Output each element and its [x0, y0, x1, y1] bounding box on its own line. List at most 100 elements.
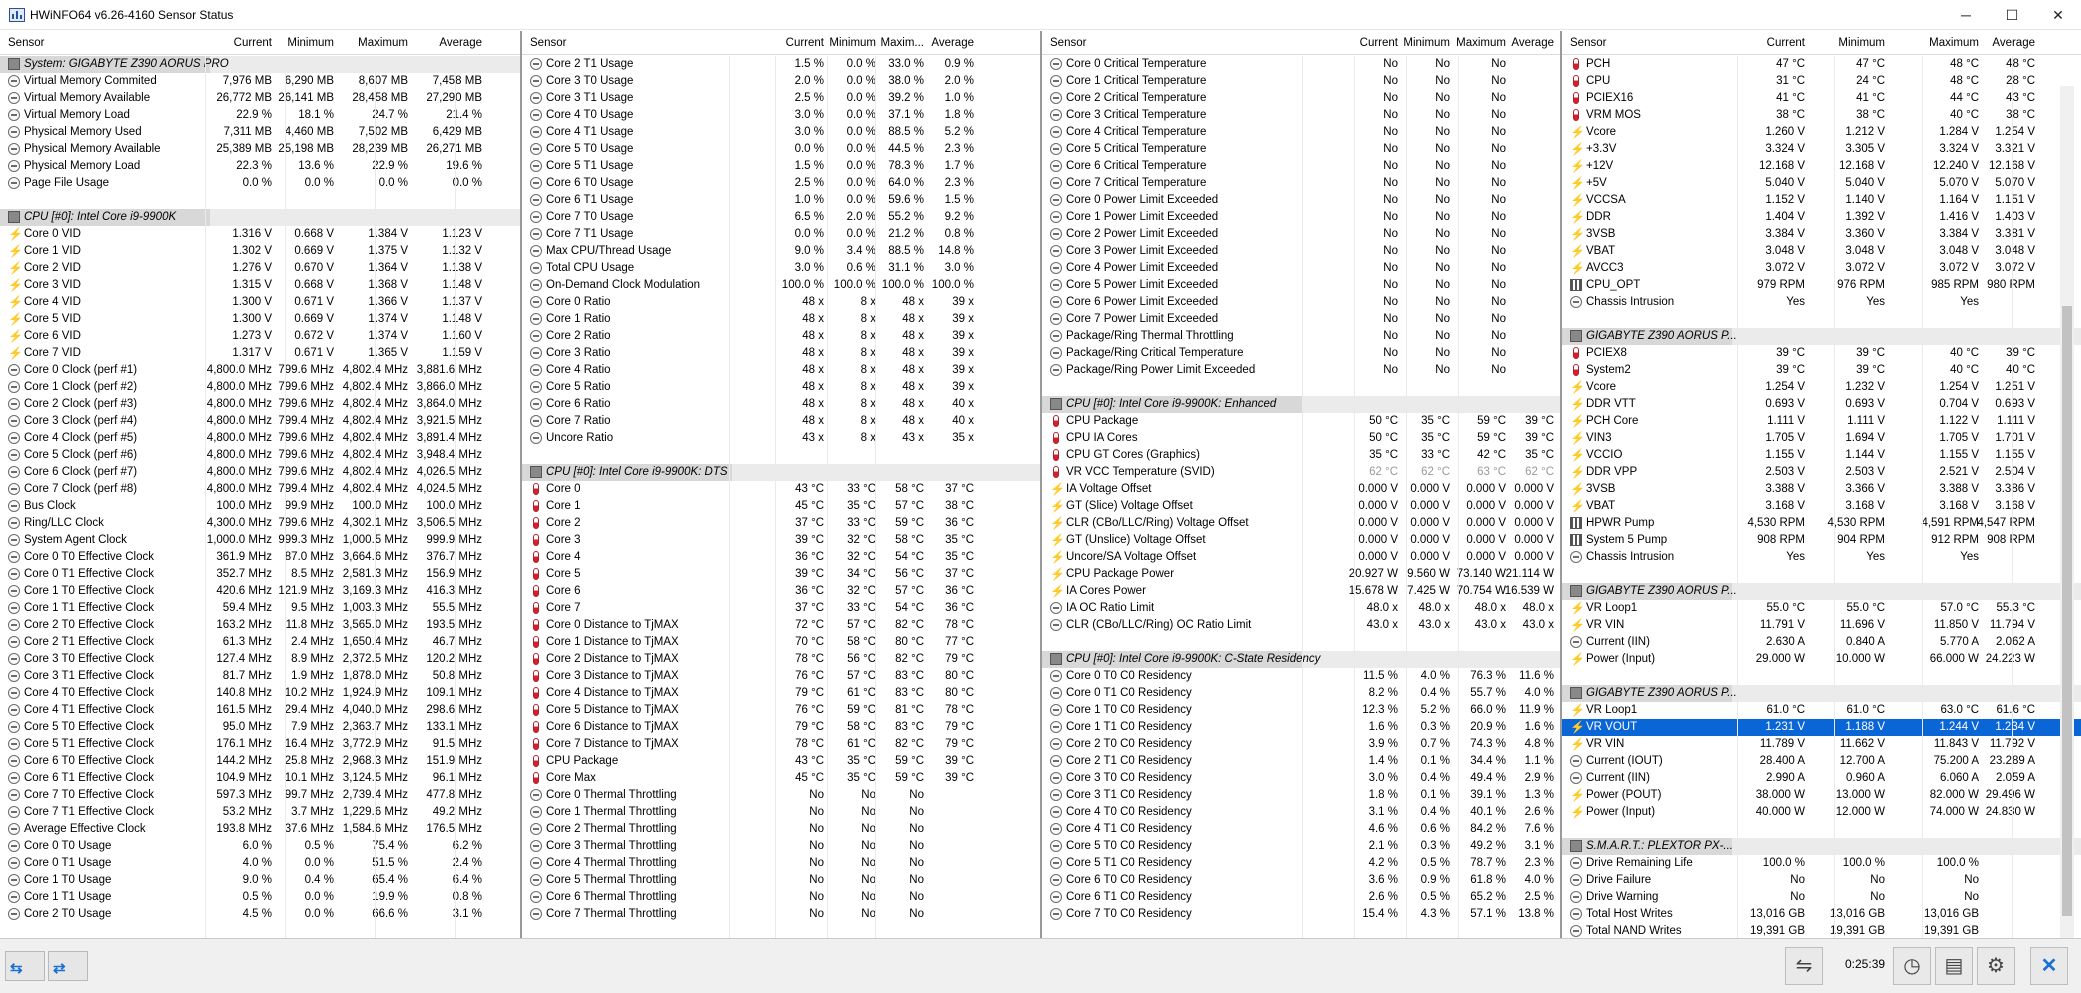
- sensor-row[interactable]: Core 6 T1 Usage 1.0 % 0.0 % 59.6 % 1.5 %: [522, 192, 1040, 209]
- col-current[interactable]: Current: [234, 37, 272, 49]
- sensor-row[interactable]: Core 6 36 °C 32 °C 57 °C 36 °C: [522, 583, 1040, 600]
- sensor-row[interactable]: Core 4 T1 Usage 3.0 % 0.0 % 88.5 % 5.2 %: [522, 124, 1040, 141]
- sensor-row[interactable]: Total CPU Usage 3.0 % 0.6 % 31.1 % 3.0 %: [522, 260, 1040, 277]
- sensor-row[interactable]: Core 5 Clock (perf #6) 4,800.0 MHz 799.6 M…: [0, 447, 520, 464]
- sensor-row[interactable]: Core 3 Ratio 48 x 8 x 48 x 39 x: [522, 345, 1040, 362]
- sensor-row[interactable]: ⚡ Core 7 VID 1.317 V 0.671 V 1.365 V 1.159 V: [0, 345, 520, 362]
- sensor-row[interactable]: Core 5 39 °C 34 °C 56 °C 37 °C: [522, 566, 1040, 583]
- sensor-row[interactable]: Core 6 Ratio 48 x 8 x 48 x 40 x: [522, 396, 1040, 413]
- close-sensors-icon[interactable]: ✕: [2030, 947, 2068, 985]
- sensor-row[interactable]: Core 5 Critical Temperature No No No: [1042, 141, 1560, 158]
- sensor-row[interactable]: Virtual Memory Commited 7,976 MB 6,290 MB 8…: [0, 73, 520, 90]
- sensor-row[interactable]: Virtual Memory Load 22.9 % 18.1 % 24.7 % 21.…: [0, 107, 520, 124]
- sensor-group-header[interactable]: CPU [#0]: Intel Core i9-9900K: [0, 209, 520, 226]
- settings-gear-icon[interactable]: ⚙: [1977, 947, 2015, 985]
- sensor-row[interactable]: CPU IA Cores 50 °C 35 °C 59 °C 39 °C: [1042, 430, 1560, 447]
- sensor-row[interactable]: ⚡ +12V 12.168 V 12.168 V 12.240 V 12.168 V: [1562, 158, 2081, 175]
- sensor-row[interactable]: Core 3 T1 C0 Residency 1.8 % 0.1 % 39.1 % 1.…: [1042, 787, 1560, 804]
- scrollbar-thumb[interactable]: [2062, 306, 2072, 916]
- sensor-row[interactable]: ⚡ VR Loop1 61.0 °C 61.0 °C 63.0 °C 61.6 °C: [1562, 702, 2081, 719]
- sensor-group-header[interactable]: GIGABYTE Z390 AORUS P...: [1562, 328, 2081, 345]
- col-minimum[interactable]: Minimum: [1838, 37, 1885, 49]
- sensor-row[interactable]: Core 6 T0 Effective Clock 144.2 MHz 25.8 M…: [0, 753, 520, 770]
- sensor-row[interactable]: Core 7 T1 Effective Clock 53.2 MHz 3.7 MHz…: [0, 804, 520, 821]
- col-sensor[interactable]: Sensor: [530, 37, 566, 49]
- sensor-group-header[interactable]: GIGABYTE Z390 AORUS P...: [1562, 583, 2081, 600]
- sensor-row[interactable]: Core 4 T0 Effective Clock 140.8 MHz 10.2 M…: [0, 685, 520, 702]
- col-maximum[interactable]: Maxim...: [881, 37, 924, 49]
- sensor-row[interactable]: Core Max 45 °C 35 °C 59 °C 39 °C: [522, 770, 1040, 787]
- col-average[interactable]: Average: [1992, 37, 2035, 49]
- sensor-group-header[interactable]: GIGABYTE Z390 AORUS P...: [1562, 685, 2081, 702]
- sensor-row[interactable]: Core 4 T1 C0 Residency 4.6 % 0.6 % 84.2 % 7.…: [1042, 821, 1560, 838]
- sensor-row[interactable]: Core 0 43 °C 33 °C 58 °C 37 °C: [522, 481, 1040, 498]
- sensor-row[interactable]: Core 4 T0 C0 Residency 3.1 % 0.4 % 40.1 % 2.…: [1042, 804, 1560, 821]
- sensor-row[interactable]: Drive Failure No No No: [1562, 872, 2081, 889]
- sensor-row[interactable]: Core 5 Power Limit Exceeded No No No: [1042, 277, 1560, 294]
- sensor-row[interactable]: Core 3 T0 C0 Residency 3.0 % 0.4 % 49.4 % 2.…: [1042, 770, 1560, 787]
- sensor-row[interactable]: Core 3 Power Limit Exceeded No No No: [1042, 243, 1560, 260]
- sensor-row[interactable]: Core 6 Distance to TjMAX 79 °C 58 °C 83 °C 7…: [522, 719, 1040, 736]
- sensor-row[interactable]: Core 0 T1 C0 Residency 8.2 % 0.4 % 55.7 % 4.…: [1042, 685, 1560, 702]
- sensor-row[interactable]: ⚡ PCH Core 1.111 V 1.111 V 1.122 V 1.111 V: [1562, 413, 2081, 430]
- sensor-row[interactable]: Core 0 T1 Usage 4.0 % 0.0 % 51.5 % 2.4 %: [0, 855, 520, 872]
- sensor-row[interactable]: Core 5 Thermal Throttling No No No: [522, 872, 1040, 889]
- sensor-row[interactable]: Core 3 T1 Usage 2.5 % 0.0 % 39.2 % 1.0 %: [522, 90, 1040, 107]
- col-current[interactable]: Current: [1767, 37, 1805, 49]
- sensor-row[interactable]: ⚡ Vcore 1.254 V 1.232 V 1.254 V 1.251 V: [1562, 379, 2081, 396]
- sensor-row[interactable]: ⚡ VR VIN 11.791 V 11.696 V 11.850 V 11.794 V: [1562, 617, 2081, 634]
- sensor-row[interactable]: Core 1 Power Limit Exceeded No No No: [1042, 209, 1560, 226]
- sensor-row[interactable]: Core 4 T1 Effective Clock 161.5 MHz 29.4 M…: [0, 702, 520, 719]
- add-report-icon[interactable]: ▤: [1935, 947, 1973, 985]
- sensor-row[interactable]: Core 5 Ratio 48 x 8 x 48 x 39 x: [522, 379, 1040, 396]
- sensor-row[interactable]: Core 6 Critical Temperature No No No: [1042, 158, 1560, 175]
- sensor-group-header[interactable]: S.M.A.R.T.: PLEXTOR PX-...: [1562, 838, 2081, 855]
- sensor-row[interactable]: ⚡ Core 2 VID 1.276 V 0.670 V 1.364 V 1.138 V: [0, 260, 520, 277]
- sensor-row[interactable]: Core 6 T0 Usage 2.5 % 0.0 % 64.0 % 2.3 %: [522, 175, 1040, 192]
- sensor-row[interactable]: Core 2 T1 Usage 1.5 % 0.0 % 33.0 % 0.9 %: [522, 56, 1040, 73]
- sensor-row[interactable]: ⚡ 3VSB 3.384 V 3.360 V 3.384 V 3.381 V: [1562, 226, 2081, 243]
- sensor-row[interactable]: VR VCC Temperature (SVID) 62 °C 62 °C 63 °C…: [1042, 464, 1560, 481]
- sensor-row[interactable]: ⚡ DDR VPP 2.503 V 2.503 V 2.521 V 2.504 V: [1562, 464, 2081, 481]
- sensor-row[interactable]: ⚡ Core 5 VID 1.300 V 0.669 V 1.374 V 1.148 V: [0, 311, 520, 328]
- sensor-row[interactable]: ⚡ +5V 5.040 V 5.040 V 5.070 V 5.070 V: [1562, 175, 2081, 192]
- sensor-row[interactable]: Current (IOUT) 28.400 A 12.700 A 75.200 A 23…: [1562, 753, 2081, 770]
- sensor-panel-4[interactable]: Sensor Current Minimum Maximum Average P…: [1562, 31, 2081, 938]
- sensor-row[interactable]: Core 1 Clock (perf #2) 4,800.0 MHz 799.6 M…: [0, 379, 520, 396]
- sensor-row[interactable]: Package/Ring Thermal Throttling No No No: [1042, 328, 1560, 345]
- sensor-row[interactable]: ⚡ IA Voltage Offset 0.000 V 0.000 V 0.000 V 0…: [1042, 481, 1560, 498]
- sensor-row[interactable]: Core 6 Power Limit Exceeded No No No: [1042, 294, 1560, 311]
- col-sensor[interactable]: Sensor: [1050, 37, 1086, 49]
- sensor-row[interactable]: Current (IIN) 2.630 A 0.840 A 5.770 A 2.062 …: [1562, 634, 2081, 651]
- sensor-row[interactable]: Core 4 Distance to TjMAX 79 °C 61 °C 83 °C 8…: [522, 685, 1040, 702]
- sensor-row[interactable]: Package/Ring Power Limit Exceeded No No No: [1042, 362, 1560, 379]
- sensor-row[interactable]: Core 7 T0 Usage 6.5 % 2.0 % 55.2 % 9.2 %: [522, 209, 1040, 226]
- maximize-button[interactable]: ☐: [1989, 0, 2035, 30]
- sensor-group-header[interactable]: CPU [#0]: Intel Core i9-9900K: Enhanced: [1042, 396, 1560, 413]
- sensor-row[interactable]: Core 7 Power Limit Exceeded No No No: [1042, 311, 1560, 328]
- col-maximum[interactable]: Maximum: [1929, 37, 1979, 49]
- sensor-row[interactable]: Core 7 Critical Temperature No No No: [1042, 175, 1560, 192]
- sensor-row[interactable]: Core 0 T0 Effective Clock 361.9 MHz 87.0 M…: [0, 549, 520, 566]
- sensor-row[interactable]: CPU 31 °C 24 °C 48 °C 28 °C: [1562, 73, 2081, 90]
- sensor-row[interactable]: Physical Memory Available 25,389 MB 25,198…: [0, 141, 520, 158]
- sensor-row[interactable]: ⚡ VR VIN 11.789 V 11.662 V 11.843 V 11.792 V: [1562, 736, 2081, 753]
- col-current[interactable]: Current: [786, 37, 824, 49]
- sensor-row[interactable]: Core 2 Distance to TjMAX 78 °C 56 °C 82 °C 7…: [522, 651, 1040, 668]
- sensor-row[interactable]: ⚡ Core 1 VID 1.302 V 0.669 V 1.375 V 1.132 V: [0, 243, 520, 260]
- sensor-row[interactable]: ⚡ 3VSB 3.388 V 3.366 V 3.388 V 3.386 V: [1562, 481, 2081, 498]
- sensor-row[interactable]: Core 6 T1 C0 Residency 2.6 % 0.5 % 65.2 % 2.…: [1042, 889, 1560, 906]
- sensor-row[interactable]: ⚡ AVCC3 3.072 V 3.072 V 3.072 V 3.072 V: [1562, 260, 2081, 277]
- sensor-row[interactable]: Core 0 T1 Effective Clock 352.7 MHz 8.5 MH…: [0, 566, 520, 583]
- sensor-row[interactable]: Core 4 Ratio 48 x 8 x 48 x 39 x: [522, 362, 1040, 379]
- sensor-row[interactable]: PCH 47 °C 47 °C 48 °C 48 °C: [1562, 56, 2081, 73]
- sensor-row[interactable]: Core 4 Critical Temperature No No No: [1042, 124, 1560, 141]
- sensor-row[interactable]: Core 2 Thermal Throttling No No No: [522, 821, 1040, 838]
- sensor-row[interactable]: Total NAND Writes 19,391 GB 19,391 GB 19,39…: [1562, 923, 2081, 938]
- sensor-row[interactable]: Core 3 Critical Temperature No No No: [1042, 107, 1560, 124]
- sensor-row[interactable]: HPWR Pump 4,530 RPM 4,530 RPM 4,591 RPM 4,54…: [1562, 515, 2081, 532]
- sensor-row[interactable]: Core 1 T0 Usage 9.0 % 0.4 % 65.4 % 6.4 %: [0, 872, 520, 889]
- sensor-row[interactable]: Average Effective Clock 193.8 MHz 37.6 MHz…: [0, 821, 520, 838]
- sensor-row[interactable]: Core 5 T1 Usage 1.5 % 0.0 % 78.3 % 1.7 %: [522, 158, 1040, 175]
- sensor-row[interactable]: VRM MOS 38 °C 38 °C 40 °C 38 °C: [1562, 107, 2081, 124]
